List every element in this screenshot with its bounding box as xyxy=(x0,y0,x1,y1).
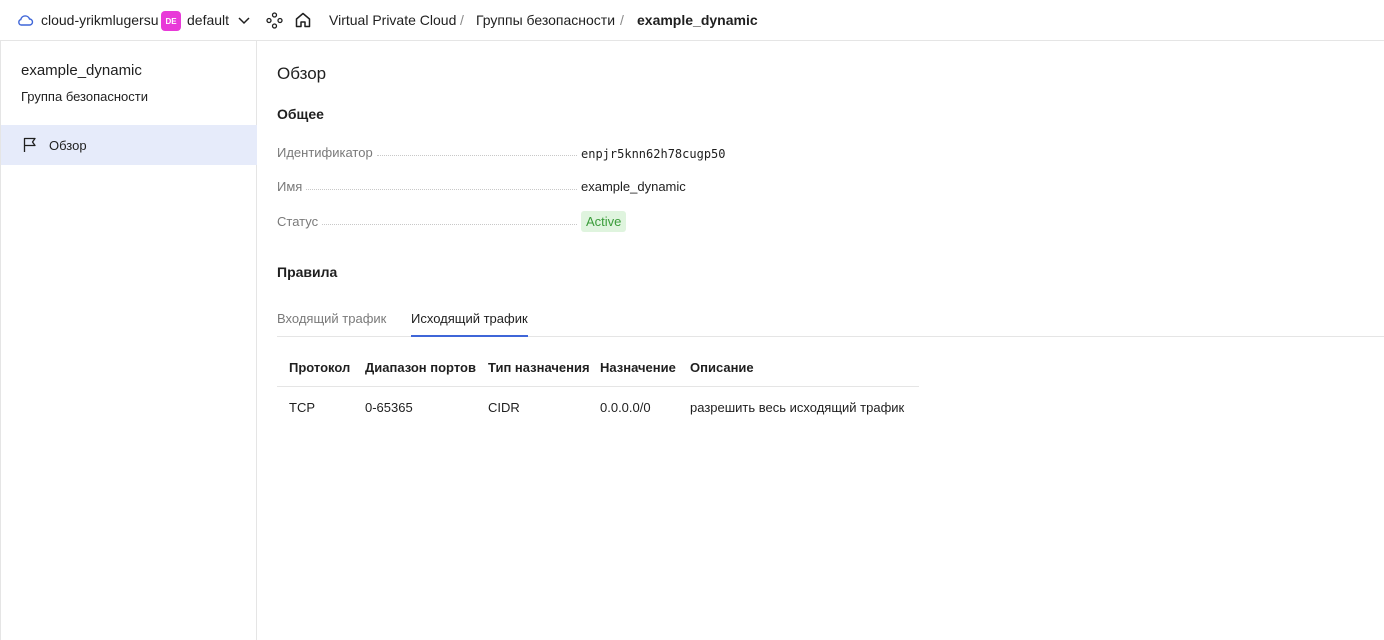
traffic-tabs: Входящий трафик Исходящий трафик xyxy=(277,311,1384,337)
property-row-name: Имя example_dynamic xyxy=(277,179,957,199)
tab-egress[interactable]: Исходящий трафик xyxy=(411,311,528,337)
property-row-status: Статус Active xyxy=(277,211,957,234)
chevron-down-icon[interactable] xyxy=(237,13,251,27)
table-header-row: Протокол Диапазон портов Тип назначения … xyxy=(277,357,919,387)
column-header-destination-type: Тип назначения xyxy=(488,360,590,375)
sidebar-item-overview[interactable]: Обзор xyxy=(1,125,257,165)
cloud-icon xyxy=(18,15,34,26)
property-value-name: example_dynamic xyxy=(581,179,686,194)
home-icon[interactable] xyxy=(294,11,312,29)
page-title: Обзор xyxy=(277,64,327,83)
property-value-id: enpjr5knn62h78cugp50 xyxy=(581,147,726,161)
column-header-destination: Назначение xyxy=(600,360,676,375)
status-badge: Active xyxy=(581,211,627,232)
property-label: Имя xyxy=(277,179,303,194)
app-window: cloud-yrikmlugersu DE default Virtual Pr… xyxy=(0,0,1384,640)
cell-destination-type: CIDR xyxy=(488,400,520,415)
top-bar: cloud-yrikmlugersu DE default Virtual Pr… xyxy=(0,0,1384,41)
column-header-description: Описание xyxy=(690,360,754,375)
breadcrumb-security-groups[interactable]: Группы безопасности xyxy=(476,12,615,28)
column-header-port-range: Диапазон портов xyxy=(365,360,476,375)
breadcrumb-current: example_dynamic xyxy=(637,12,758,28)
breadcrumb-vpc[interactable]: Virtual Private Cloud xyxy=(329,12,456,28)
rules-section-title: Правила xyxy=(277,264,338,280)
general-section-title: Общее xyxy=(277,106,324,122)
breadcrumb-separator: / xyxy=(460,12,464,28)
cloud-selector[interactable]: cloud-yrikmlugersu xyxy=(41,12,158,28)
sidebar-resource-title: example_dynamic xyxy=(21,62,142,79)
services-icon[interactable] xyxy=(266,12,283,29)
dotted-leader xyxy=(306,189,577,190)
dotted-leader xyxy=(322,224,577,225)
table-row: TCP 0-65365 CIDR 0.0.0.0/0 разрешить вес… xyxy=(277,387,919,427)
property-label: Идентификатор xyxy=(277,145,373,160)
property-row-id: Идентификатор enpjr5knn62h78cugp50 xyxy=(277,145,957,165)
cell-protocol: TCP xyxy=(289,400,315,415)
cell-port-range: 0-65365 xyxy=(365,400,413,415)
sidebar-resource-type: Группа безопасности xyxy=(21,89,148,104)
dotted-leader xyxy=(376,155,577,156)
breadcrumb-separator: / xyxy=(620,12,624,28)
main-content: Обзор Общее Идентификатор enpjr5knn62h78… xyxy=(257,41,1384,640)
cell-destination: 0.0.0.0/0 xyxy=(600,400,651,415)
folder-selector[interactable]: default xyxy=(187,12,229,28)
tab-ingress[interactable]: Входящий трафик xyxy=(277,311,386,337)
folder-badge: DE xyxy=(161,11,181,31)
sidebar-item-label: Обзор xyxy=(49,138,87,153)
cell-description: разрешить весь исходящий трафик xyxy=(690,400,905,415)
flag-icon xyxy=(23,137,36,152)
sidebar: example_dynamic Группа безопасности Обзо… xyxy=(0,41,257,640)
column-header-protocol: Протокол xyxy=(289,360,351,375)
property-label: Статус xyxy=(277,214,319,229)
